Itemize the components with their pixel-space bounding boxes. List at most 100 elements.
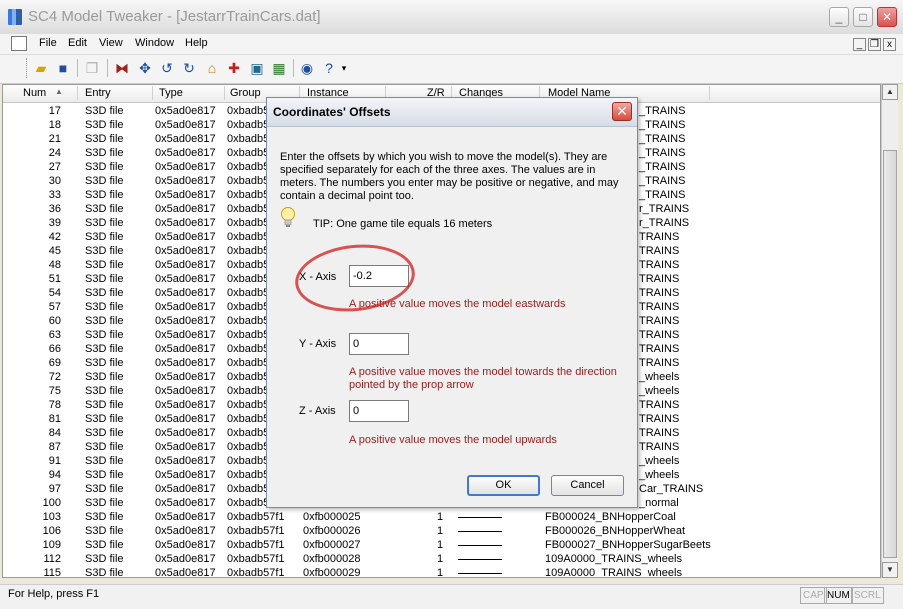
table-row[interactable]: 115 S3D file 0x5ad0e817 0xbadb57f1 0xfb00002… [3, 566, 880, 578]
cell-entry: S3D file [85, 203, 124, 215]
app-icon [8, 9, 22, 25]
cell-type: 0x5ad0e817 [155, 315, 216, 327]
cell-group: 0xbadb5 [227, 175, 270, 187]
mdi-restore-button[interactable]: ❐ [868, 38, 881, 51]
cell-entry: S3D file [85, 273, 124, 285]
scrl-indicator: SCRL [851, 587, 884, 604]
cell-num: 84 [48, 427, 61, 439]
cell-group: 0xbadb5 [227, 161, 270, 173]
cell-zr: 1 [437, 539, 444, 551]
column-entry[interactable]: Entry [85, 87, 111, 99]
menu-file[interactable]: File [39, 37, 57, 49]
z-axis-input[interactable]: 0 [349, 400, 409, 422]
cell-num: 112 [43, 553, 61, 565]
save-icon[interactable]: ■ [54, 59, 72, 77]
cell-model-name: r_TRAINS [639, 203, 690, 215]
cell-type: 0x5ad0e817 [155, 301, 216, 313]
cell-type: 0x5ad0e817 [155, 525, 216, 537]
column-type[interactable]: Type [159, 87, 183, 99]
cell-type: 0x5ad0e817 [155, 357, 216, 369]
cell-entry: S3D file [85, 189, 124, 201]
cell-group: 0xbadb5 [227, 119, 270, 131]
open-icon[interactable]: ▰ [32, 59, 50, 77]
scrollbar-thumb[interactable] [883, 150, 897, 558]
cell-changes [458, 566, 502, 577]
house-icon[interactable]: ⌂ [203, 59, 221, 77]
cell-group: 0xbadb5 [227, 385, 270, 397]
cell-num: 81 [48, 413, 61, 425]
dropdown-icon[interactable]: ▾ [339, 59, 349, 77]
help-icon[interactable]: ? [320, 59, 338, 77]
menu-view[interactable]: View [99, 37, 123, 49]
y-axis-input[interactable]: 0 [349, 333, 409, 355]
column-divider[interactable] [709, 86, 710, 100]
cell-model-name: TRAINS [639, 273, 680, 285]
flip-icon[interactable]: ⧓ [113, 59, 131, 77]
column-group[interactable]: Group [230, 87, 261, 99]
cell-entry: S3D file [85, 329, 124, 341]
add-icon[interactable]: ✚ [225, 59, 243, 77]
cell-model-name: TRAINS [639, 315, 680, 327]
grid-icon[interactable]: ▦ [270, 59, 288, 77]
mdi-close-button[interactable]: x [883, 38, 896, 51]
menu-window[interactable]: Window [135, 37, 174, 49]
cell-num: 33 [48, 189, 61, 201]
rotate-cw-icon[interactable]: ↻ [180, 59, 198, 77]
cell-num: 109 [42, 539, 61, 551]
cell-instance: 0xfb000027 [303, 539, 361, 551]
maximize-button[interactable]: □ [853, 7, 873, 27]
lightbulb-icon [281, 207, 295, 227]
cell-type: 0x5ad0e817 [155, 287, 216, 299]
cell-num: 18 [48, 119, 61, 131]
cell-group: 0xbadb5 [227, 273, 270, 285]
cell-model-name: _TRAINS [639, 147, 686, 159]
cell-type: 0x5ad0e817 [155, 427, 216, 439]
cell-entry: S3D file [85, 427, 124, 439]
cell-entry: S3D file [85, 301, 124, 313]
cell-zr: 1 [437, 567, 444, 578]
cancel-button[interactable]: Cancel [551, 475, 624, 496]
minimize-button[interactable]: _ [829, 7, 849, 27]
cell-entry: S3D file [85, 455, 124, 467]
column-num[interactable]: Num [23, 87, 46, 99]
ok-button[interactable]: OK [467, 475, 540, 496]
mdi-minimize-button[interactable]: _ [853, 38, 866, 51]
cell-entry: S3D file [85, 175, 124, 187]
palette-icon[interactable]: ▣ [248, 59, 266, 77]
cell-type: 0x5ad0e817 [155, 469, 216, 481]
cell-model-name: _TRAINS [639, 105, 686, 117]
cell-instance: 0xfb000029 [303, 567, 361, 578]
move-icon[interactable]: ✥ [136, 59, 154, 77]
cell-type: 0x5ad0e817 [155, 245, 216, 257]
copy-icon[interactable]: ❐ [83, 59, 101, 77]
table-row[interactable]: 106 S3D file 0x5ad0e817 0xbadb57f1 0xfb00002… [3, 524, 880, 538]
menu-help[interactable]: Help [185, 37, 208, 49]
cell-group: 0xbadb5 [227, 105, 270, 117]
cell-group: 0xbadb5 [227, 245, 270, 257]
cell-entry: S3D file [85, 441, 124, 453]
cell-model-name: FB000024_BNHopperCoal [545, 511, 676, 523]
rotate-ccw-icon[interactable]: ↺ [158, 59, 176, 77]
menu-edit[interactable]: Edit [68, 37, 87, 49]
cell-num: 36 [48, 203, 61, 215]
dialog-close-button[interactable]: ✕ [612, 102, 632, 121]
toolbar-grip[interactable] [26, 58, 29, 78]
column-divider[interactable] [152, 86, 153, 100]
cell-type: 0x5ad0e817 [155, 231, 216, 243]
dialog-description: Enter the offsets by which you wish to m… [280, 151, 619, 202]
column-divider[interactable] [224, 86, 225, 100]
scroll-down-icon[interactable]: ▼ [882, 562, 898, 578]
vertical-scrollbar[interactable]: ▲ ▼ [881, 84, 898, 578]
info-icon[interactable]: ◉ [298, 59, 316, 77]
table-row[interactable]: 112 S3D file 0x5ad0e817 0xbadb57f1 0xfb00002… [3, 552, 880, 566]
column-divider[interactable] [77, 86, 78, 100]
cell-entry: S3D file [85, 567, 124, 578]
close-button[interactable]: ✕ [877, 7, 897, 27]
cell-num: 17 [48, 105, 61, 117]
scroll-up-icon[interactable]: ▲ [882, 84, 898, 100]
document-icon[interactable] [11, 36, 27, 51]
table-row[interactable]: 103 S3D file 0x5ad0e817 0xbadb57f1 0xfb00002… [3, 510, 880, 524]
table-row[interactable]: 109 S3D file 0x5ad0e817 0xbadb57f1 0xfb00002… [3, 538, 880, 552]
cell-entry: S3D file [85, 399, 124, 411]
cell-entry: S3D file [85, 511, 124, 523]
